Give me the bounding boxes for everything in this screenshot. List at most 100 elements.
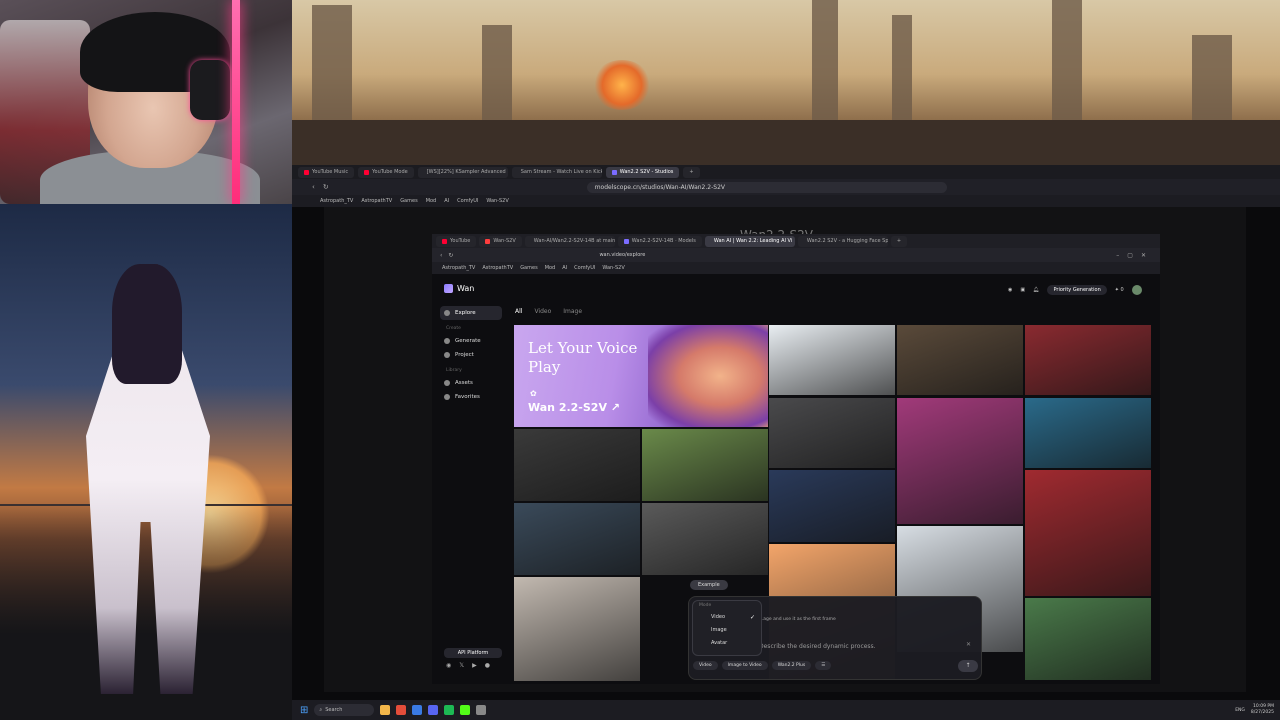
bookmark-item[interactable]: Games xyxy=(520,265,538,271)
bookmark-item[interactable]: Games xyxy=(400,198,418,204)
input-type-select[interactable]: Image to Video xyxy=(721,661,768,670)
sidebar-item-assets[interactable]: Assets xyxy=(440,376,502,390)
browser-tab[interactable]: YouTube Music xyxy=(298,166,355,178)
gallery-tile-umbrella-couple[interactable] xyxy=(642,503,768,575)
bookmark-item[interactable]: Mod xyxy=(545,265,556,271)
tab-all[interactable]: All xyxy=(515,308,522,315)
tab-image[interactable]: Image xyxy=(563,308,582,315)
api-platform-button[interactable]: API Platform xyxy=(444,648,502,658)
priority-generation-button[interactable]: Priority Generation xyxy=(1047,285,1107,295)
edge-icon[interactable] xyxy=(412,705,423,715)
prompt-input[interactable]: Describe the desired dynamic process. xyxy=(759,643,876,650)
sidebar-item-generate[interactable]: Generate xyxy=(440,334,502,348)
youtube-icon[interactable]: ▶ xyxy=(472,662,477,669)
settings-button[interactable]: ☰ xyxy=(815,661,832,670)
gallery-tile-snow-girl[interactable] xyxy=(1025,470,1151,596)
wan-logo[interactable]: Wan xyxy=(444,284,474,293)
discord-icon[interactable]: ◉ xyxy=(446,662,451,669)
terminal-icon[interactable] xyxy=(476,705,487,715)
back-icon[interactable]: ‹ xyxy=(440,252,442,259)
tab-label: Wan AI | Wan 2.2: Leading AI Vi xyxy=(713,238,793,244)
gallery-tile-coastal-road[interactable] xyxy=(514,503,640,575)
chrome-icon[interactable] xyxy=(396,705,407,715)
browser-tab[interactable]: [WS][22%] KSampler Advanced xyxy=(417,166,508,178)
favicon-icon xyxy=(364,169,370,175)
browser-tab[interactable]: YouTube xyxy=(436,235,477,247)
new-tab-button[interactable]: + xyxy=(683,166,700,178)
hero-face-image xyxy=(648,325,768,427)
gallery-filter-tabs: All Video Image xyxy=(515,308,582,315)
taskbar-language[interactable]: ENG xyxy=(1235,708,1245,713)
bookmark-item[interactable]: ComfyUI xyxy=(457,198,478,204)
wan-logo-icon xyxy=(444,284,453,293)
gallery-tile-glass-face[interactable] xyxy=(642,429,768,501)
bookmark-item[interactable]: Mod xyxy=(426,198,437,204)
mode-option-image[interactable]: Image xyxy=(693,624,761,637)
bookmark-item[interactable]: Wan-S2V xyxy=(486,198,508,204)
mode-select[interactable]: Video xyxy=(693,661,718,670)
back-icon[interactable]: ‹ xyxy=(312,183,315,191)
browser-tab[interactable]: Wan2.2-S2V-14B · Models xyxy=(617,235,702,247)
bookmark-item[interactable]: Astropath_TV xyxy=(320,198,353,204)
gift-icon[interactable]: ▣ xyxy=(1020,287,1025,293)
reload-icon[interactable]: ↻ xyxy=(323,183,329,191)
bookmark-item[interactable]: ComfyUI xyxy=(574,265,595,271)
sidebar-item-favorites[interactable]: Favorites xyxy=(440,390,502,404)
windows-start-icon[interactable]: ⊞ xyxy=(300,705,308,716)
gallery-tile-red-alley-man[interactable] xyxy=(1025,325,1151,395)
sidebar-item-project[interactable]: Project xyxy=(440,348,502,362)
bell-icon[interactable]: 🔔︎ xyxy=(1033,287,1039,293)
spotify-icon[interactable] xyxy=(444,705,455,715)
gallery-tile-neon-girl[interactable] xyxy=(897,398,1023,524)
send-button[interactable]: ↑ xyxy=(958,660,978,672)
browser-tab[interactable]: Wan2.2 S2V - a Hugging Face Space xyxy=(797,235,888,247)
bookmark-item[interactable]: AI xyxy=(444,198,449,204)
prompt-options-bar: Video Image to Video Wan2.2 Plus ☰ xyxy=(693,661,832,670)
taskbar-clock[interactable]: 10:09 PM 8/27/2025 xyxy=(1251,704,1274,716)
outer-url-field[interactable]: modelscope.cn/studios/Wan-AI/Wan2.2-S2V xyxy=(586,181,947,193)
gallery-tile-valley[interactable] xyxy=(1025,598,1151,680)
reload-icon[interactable]: ↻ xyxy=(448,252,453,259)
browser-tab[interactable]: Wan AI | Wan 2.2: Leading AI Vi xyxy=(704,235,795,247)
discord-app-icon[interactable] xyxy=(428,705,439,715)
gallery-tile-snow-curve[interactable] xyxy=(769,325,895,395)
gallery-tile-aquarium-couple[interactable] xyxy=(1025,398,1151,468)
bookmark-item[interactable]: Wan-S2V xyxy=(602,265,624,271)
example-chip[interactable]: Example xyxy=(690,580,728,590)
mode-option-avatar[interactable]: Avatar xyxy=(693,637,761,650)
gallery-tile-airport-walkers[interactable] xyxy=(514,429,640,501)
mode-option-video[interactable]: Video ✓ xyxy=(693,611,761,624)
bookmark-item[interactable]: AI xyxy=(562,265,567,271)
taskbar-search[interactable]: ⌕ Search xyxy=(314,704,375,716)
inner-bookmarks-bar: Astropath_TV AstropathTV Games Mod AI ComfyUI… xyxy=(432,262,1160,274)
sidebar-item-explore[interactable]: Explore xyxy=(440,306,502,320)
outer-address-bar: ‹ ↻ modelscope.cn/studios/Wan-AI/Wan2.2-… xyxy=(292,179,1280,195)
github-icon[interactable]: ● xyxy=(485,662,490,669)
gallery-tile-dancer-in-rain[interactable] xyxy=(769,398,895,468)
file-explorer-icon[interactable] xyxy=(380,705,391,715)
window-controls[interactable]: –▢✕ xyxy=(1116,252,1154,259)
gallery-tile-umbrella-city[interactable] xyxy=(769,470,895,542)
hero-banner[interactable]: Let Your Voice Play ✿ Wan 2.2-S2V ↗ xyxy=(514,325,768,427)
gallery-tile-mountain-head[interactable] xyxy=(514,577,640,681)
browser-tab[interactable]: Wan2.2 S2V - Studios xyxy=(605,166,680,178)
gallery-tile-gondola-street[interactable] xyxy=(897,325,1023,395)
tab-video[interactable]: Video xyxy=(534,308,551,315)
new-tab-button[interactable]: + xyxy=(890,235,908,247)
bookmark-item[interactable]: AstropathTV xyxy=(482,265,513,271)
bookmark-item[interactable]: AstropathTV xyxy=(361,198,392,204)
kick-icon[interactable] xyxy=(460,705,471,715)
inner-url-field[interactable]: wan.video/explore xyxy=(599,252,645,258)
browser-tab[interactable]: Wan-S2V xyxy=(479,235,522,247)
browser-tab[interactable]: Sam Stream - Watch Live on Kick xyxy=(511,166,602,178)
heart-icon xyxy=(444,394,450,400)
close-icon[interactable]: ✕ xyxy=(966,641,971,648)
browser-tab[interactable]: Wan-AI/Wan2.2-S2V-14B at main xyxy=(524,235,615,247)
browser-tab[interactable]: YouTube Mode xyxy=(358,166,414,178)
avatar[interactable] xyxy=(1131,285,1142,295)
discord-icon[interactable]: ◉ xyxy=(1008,287,1012,293)
model-select[interactable]: Wan2.2 Plus xyxy=(771,661,812,670)
bookmark-item[interactable]: Astropath_TV xyxy=(442,265,475,271)
x-icon[interactable]: 𝕏 xyxy=(459,662,464,669)
inner-address-bar: ‹ ↻ wan.video/explore –▢✕ xyxy=(432,248,1160,262)
